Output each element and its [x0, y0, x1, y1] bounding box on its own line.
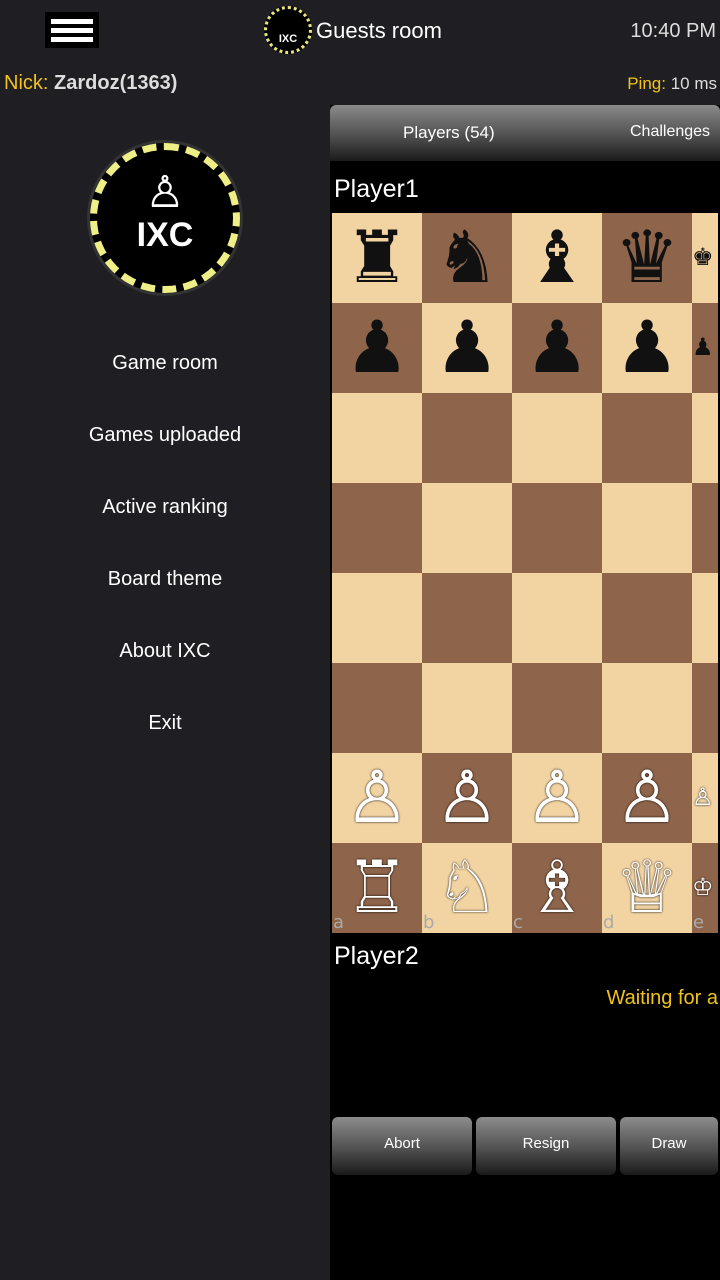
- black-king-icon[interactable]: ♚: [692, 243, 714, 271]
- square-b1[interactable]: ♘ b: [422, 843, 512, 933]
- square-d8[interactable]: ♛: [602, 213, 692, 303]
- square-e6[interactable]: [692, 393, 718, 483]
- square-c4[interactable]: [512, 573, 602, 663]
- pawn-figure-icon: ♙: [145, 168, 185, 217]
- player-top-name: Player1: [334, 175, 419, 203]
- white-bishop-icon[interactable]: ♗: [525, 845, 590, 929]
- square-b4[interactable]: [422, 573, 512, 663]
- square-a2[interactable]: ♙: [332, 753, 422, 843]
- white-king-icon[interactable]: ♔: [692, 873, 714, 901]
- sidebar-item-exit[interactable]: Exit: [0, 712, 330, 735]
- room-title: Guests room: [316, 18, 442, 43]
- square-e8[interactable]: ♚: [692, 213, 718, 303]
- chess-board[interactable]: ♜ ♞ ♝ ♛ ♚ ♟ ♟ ♟ ♟ ♟ ♙ ♙ ♙ ♙ ♙ ♖ a ♘ b ♗ c ♕ d ♔ e: [332, 213, 718, 933]
- white-pawn-icon[interactable]: ♙: [435, 755, 500, 839]
- square-d6[interactable]: [602, 393, 692, 483]
- white-pawn-icon[interactable]: ♙: [345, 755, 410, 839]
- sidebar: ♙ IXC Game room Games uploaded Active ran…: [0, 105, 330, 1280]
- file-label: b: [423, 912, 435, 933]
- black-rook-icon[interactable]: ♜: [345, 215, 410, 299]
- square-e5[interactable]: [692, 483, 718, 573]
- game-panel: Players (54) Challenges Player1 ♜ ♞ ♝ ♛ ♚ ♟ ♟ ♟…: [330, 105, 720, 1280]
- square-d3[interactable]: [602, 663, 692, 753]
- square-a6[interactable]: [332, 393, 422, 483]
- black-pawn-icon[interactable]: ♟: [692, 333, 714, 361]
- file-label: e: [693, 912, 705, 933]
- tab-challenges[interactable]: Challenges: [630, 123, 710, 141]
- nick-label: Nick:: [4, 72, 49, 94]
- square-a8[interactable]: ♜: [332, 213, 422, 303]
- tab-players[interactable]: Players (54): [403, 123, 495, 143]
- player-bottom-name: Player2: [334, 942, 419, 970]
- black-queen-icon[interactable]: ♛: [615, 215, 680, 299]
- square-c5[interactable]: [512, 483, 602, 573]
- square-e4[interactable]: [692, 573, 718, 663]
- resign-button[interactable]: Resign: [476, 1117, 616, 1175]
- square-c1[interactable]: ♗ c: [512, 843, 602, 933]
- square-b7[interactable]: ♟: [422, 303, 512, 393]
- black-pawn-icon[interactable]: ♟: [615, 305, 680, 389]
- nick-value: Zardoz(1363): [54, 72, 178, 94]
- clock: 10:40 PM: [630, 20, 716, 42]
- square-b8[interactable]: ♞: [422, 213, 512, 303]
- square-c7[interactable]: ♟: [512, 303, 602, 393]
- ping-info: Ping: 10 ms: [627, 74, 717, 94]
- square-d5[interactable]: [602, 483, 692, 573]
- square-c2[interactable]: ♙: [512, 753, 602, 843]
- sidebar-item-about[interactable]: About IXC: [0, 640, 330, 663]
- sidebar-item-board-theme[interactable]: Board theme: [0, 568, 330, 591]
- file-label: c: [513, 912, 523, 933]
- square-c6[interactable]: [512, 393, 602, 483]
- white-pawn-icon[interactable]: ♙: [692, 783, 714, 811]
- tab-bar: Players (54) Challenges: [330, 105, 720, 161]
- square-b2[interactable]: ♙: [422, 753, 512, 843]
- square-c8[interactable]: ♝: [512, 213, 602, 303]
- sidebar-item-game-room[interactable]: Game room: [0, 352, 330, 375]
- square-b3[interactable]: [422, 663, 512, 753]
- black-pawn-icon[interactable]: ♟: [525, 305, 590, 389]
- draw-button[interactable]: Draw: [620, 1117, 718, 1175]
- square-a3[interactable]: [332, 663, 422, 753]
- top-bar: IXC Guests room 10:40 PM Nick: Zardoz(13…: [0, 0, 720, 105]
- square-d2[interactable]: ♙: [602, 753, 692, 843]
- ixc-logo: ♙ IXC: [90, 143, 240, 293]
- white-pawn-icon[interactable]: ♙: [615, 755, 680, 839]
- square-e2[interactable]: ♙: [692, 753, 718, 843]
- square-a7[interactable]: ♟: [332, 303, 422, 393]
- square-d1[interactable]: ♕ d: [602, 843, 692, 933]
- square-a4[interactable]: [332, 573, 422, 663]
- black-pawn-icon[interactable]: ♟: [435, 305, 500, 389]
- sidebar-item-active-ranking[interactable]: Active ranking: [0, 496, 330, 519]
- black-pawn-icon[interactable]: ♟: [345, 305, 410, 389]
- status-text: Waiting for a: [606, 987, 718, 1009]
- square-a1[interactable]: ♖ a: [332, 843, 422, 933]
- nick-info: Nick: Zardoz(1363): [4, 72, 177, 95]
- square-e7[interactable]: ♟: [692, 303, 718, 393]
- abort-button[interactable]: Abort: [332, 1117, 472, 1175]
- square-c3[interactable]: [512, 663, 602, 753]
- square-b5[interactable]: [422, 483, 512, 573]
- square-d4[interactable]: [602, 573, 692, 663]
- ping-value: 10 ms: [670, 74, 717, 93]
- square-a5[interactable]: [332, 483, 422, 573]
- ping-label: Ping:: [627, 74, 666, 93]
- file-label: a: [333, 912, 345, 933]
- square-e3[interactable]: [692, 663, 718, 753]
- white-knight-icon[interactable]: ♘: [435, 845, 500, 929]
- hamburger-icon[interactable]: [45, 12, 99, 48]
- ixc-logo-icon: IXC: [264, 6, 312, 54]
- square-e1[interactable]: ♔ e: [692, 843, 718, 933]
- white-rook-icon[interactable]: ♖: [345, 845, 410, 929]
- black-bishop-icon[interactable]: ♝: [525, 215, 590, 299]
- white-pawn-icon[interactable]: ♙: [525, 755, 590, 839]
- sidebar-item-games-uploaded[interactable]: Games uploaded: [0, 424, 330, 447]
- file-label: d: [603, 912, 615, 933]
- square-b6[interactable]: [422, 393, 512, 483]
- black-knight-icon[interactable]: ♞: [435, 215, 500, 299]
- white-queen-icon[interactable]: ♕: [615, 845, 680, 929]
- square-d7[interactable]: ♟: [602, 303, 692, 393]
